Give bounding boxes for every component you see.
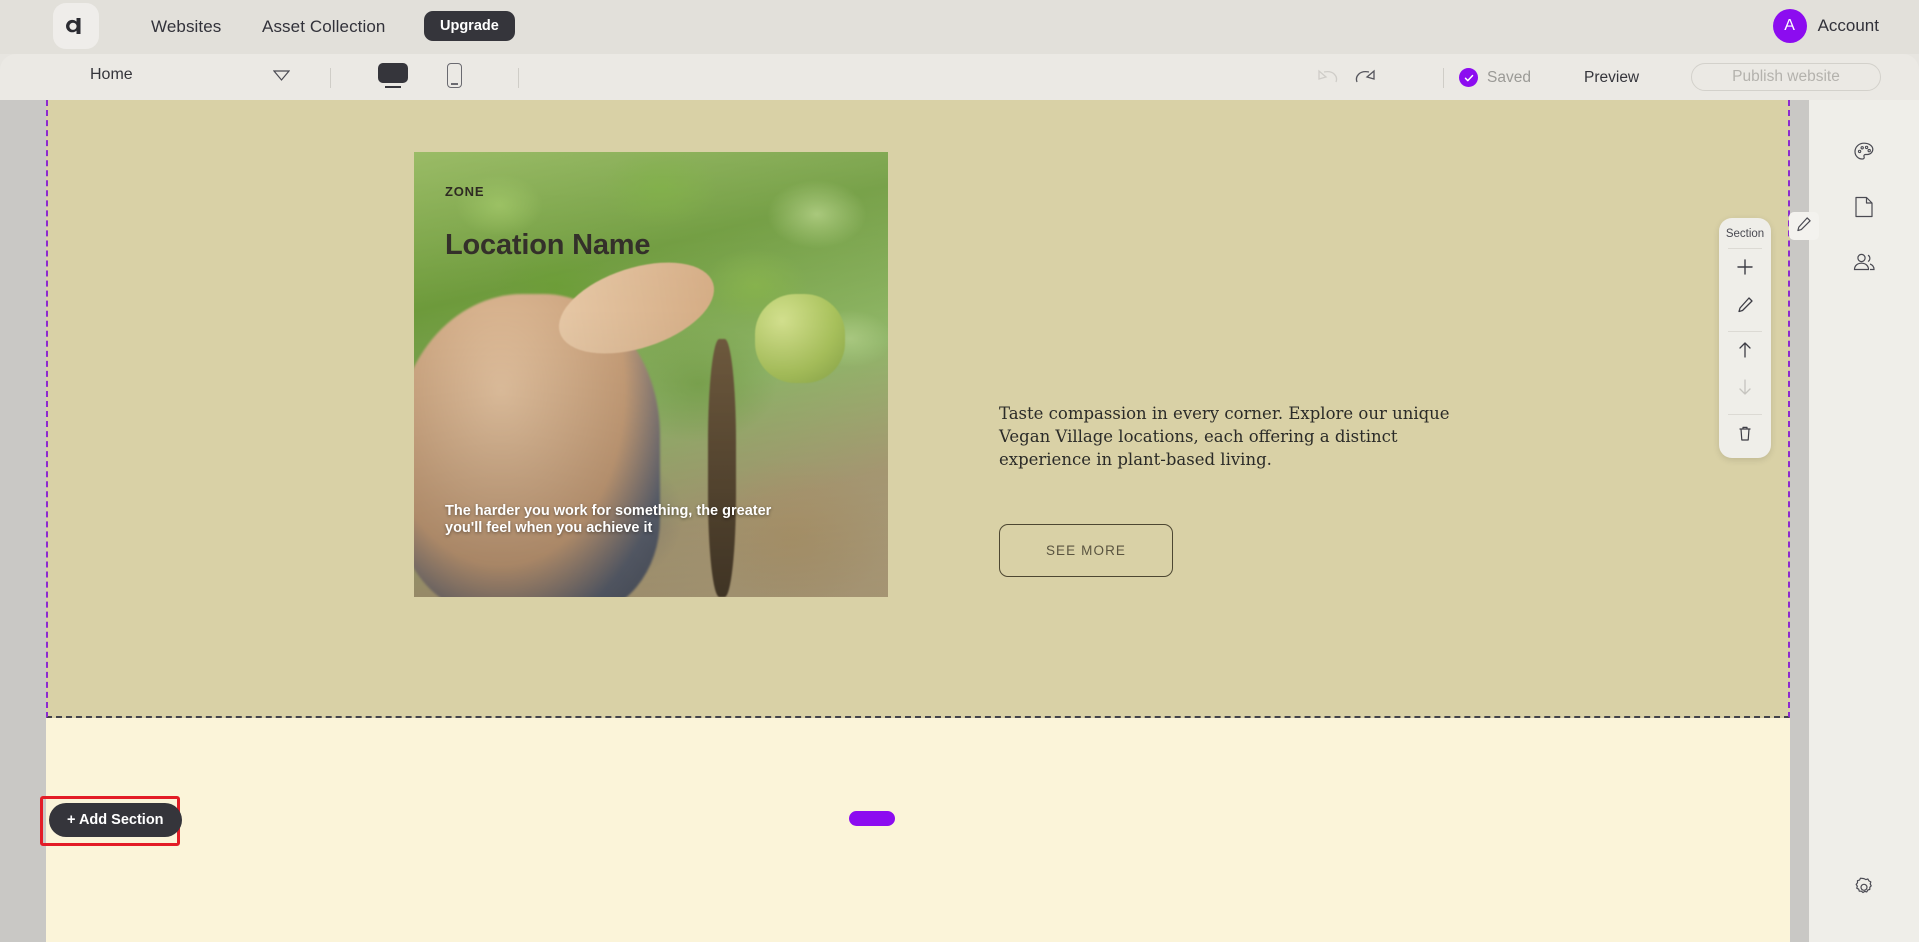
hero-image[interactable]: ZONE Location Name The harder you work f…: [414, 152, 888, 597]
device-mobile[interactable]: [447, 63, 462, 88]
rail-pages-button[interactable]: [1847, 192, 1881, 226]
pencil-icon: [1796, 216, 1812, 237]
mobile-icon: [447, 63, 462, 88]
save-status: Saved: [1459, 68, 1531, 87]
top-bar: Websites Asset Collection Upgrade A Acco…: [0, 0, 1919, 54]
desktop-icon: [378, 63, 408, 83]
arrow-down-icon: [1737, 378, 1753, 401]
section-move-up-button[interactable]: [1728, 336, 1762, 369]
website-canvas[interactable]: ZONE Location Name The harder you work f…: [46, 100, 1848, 942]
trash-icon: [1737, 425, 1753, 447]
desktop-icon-stand: [385, 86, 401, 88]
app-logo[interactable]: [53, 3, 99, 49]
add-section-button[interactable]: + Add Section: [49, 803, 182, 837]
canvas-section-hero[interactable]: ZONE Location Name The harder you work f…: [46, 100, 1790, 718]
canvas-section-next[interactable]: [46, 718, 1790, 942]
publish-website-button[interactable]: Publish website: [1691, 63, 1881, 91]
nav-asset-collection[interactable]: Asset Collection: [262, 17, 386, 37]
account-menu[interactable]: A Account: [1772, 9, 1879, 43]
gear-icon: [1852, 876, 1876, 905]
undo-button[interactable]: [1315, 66, 1341, 91]
section-edit-tab[interactable]: [1789, 212, 1819, 240]
section-toolbar: Section: [1719, 218, 1771, 458]
hero-image-quote: The harder you work for something, the g…: [445, 502, 772, 536]
check-circle-icon: [1459, 68, 1478, 87]
see-more-button[interactable]: SEE MORE: [999, 524, 1173, 577]
section-add-button[interactable]: [1728, 253, 1762, 286]
palette-icon: [1852, 140, 1876, 169]
page-icon: [1853, 195, 1875, 224]
hero-location-title: Location Name: [445, 229, 651, 261]
editor-toolbar: Home Saved Preview Publish website: [0, 54, 1919, 100]
section-toolbar-divider-2: [1728, 331, 1762, 332]
account-label: Account: [1817, 16, 1879, 35]
section-delete-button[interactable]: [1728, 419, 1762, 452]
editor-stage: ZONE Location Name The harder you work f…: [0, 100, 1919, 942]
page-selector-label: Home: [90, 66, 133, 83]
toolbar-divider-2: [518, 68, 519, 88]
redo-button[interactable]: [1352, 66, 1378, 91]
section-edit-button[interactable]: [1728, 290, 1762, 323]
people-icon: [1852, 251, 1876, 278]
chevron-down-icon: [273, 69, 290, 81]
app-logo-a-icon: [62, 12, 90, 40]
right-rail-panel: [1809, 100, 1919, 942]
nav-websites[interactable]: Websites: [151, 17, 221, 37]
avatar: A: [1772, 9, 1807, 43]
upgrade-button[interactable]: Upgrade: [424, 11, 515, 41]
page-selector[interactable]: Home: [90, 66, 290, 84]
section-toolbar-divider-3: [1728, 414, 1762, 415]
save-status-label: Saved: [1487, 68, 1531, 86]
section-move-down-button[interactable]: [1728, 373, 1762, 406]
hero-zone-label: ZONE: [445, 184, 485, 199]
hero-body-text[interactable]: Taste compassion in every corner. Explor…: [999, 403, 1486, 471]
section-toolbar-divider-1: [1728, 248, 1762, 249]
rail-audience-button[interactable]: [1847, 247, 1881, 281]
arrow-up-icon: [1737, 341, 1753, 364]
preview-button[interactable]: Preview: [1584, 69, 1639, 87]
toolbar-divider-3: [1443, 68, 1444, 88]
rail-settings-button[interactable]: [1847, 873, 1881, 907]
toolbar-divider: [330, 68, 331, 88]
plus-icon: [1736, 258, 1754, 281]
pencil-icon: [1737, 296, 1754, 318]
undo-arrow-icon: [1315, 69, 1341, 90]
rail-design-button[interactable]: [1847, 137, 1881, 171]
section-resize-handle[interactable]: [849, 811, 895, 826]
section-toolbar-title: Section: [1725, 228, 1765, 240]
redo-arrow-icon: [1352, 69, 1378, 90]
device-desktop[interactable]: [378, 63, 408, 88]
